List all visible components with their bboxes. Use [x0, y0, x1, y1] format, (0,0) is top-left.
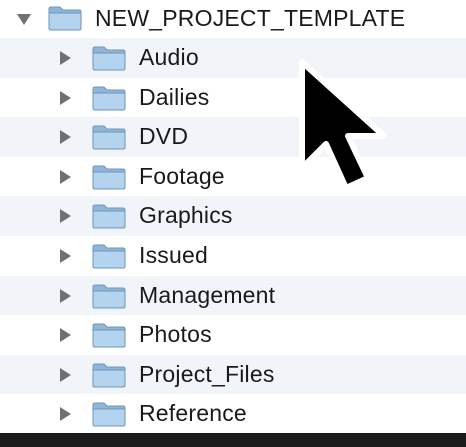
folder-label: Audio	[139, 44, 199, 70]
root-folder-label: NEW_PROJECT_TEMPLATE	[95, 5, 406, 31]
folder-icon	[92, 45, 126, 71]
folder-icon	[92, 362, 126, 388]
folder-icon	[92, 85, 126, 111]
folder-icon	[92, 322, 126, 348]
triangle-right-icon[interactable]	[57, 169, 73, 185]
folder-label: Dailies	[139, 83, 210, 110]
tree-row[interactable]: Graphics	[0, 196, 466, 236]
tree-row[interactable]: Footage	[0, 156, 466, 197]
folder-icon	[92, 401, 126, 427]
tree-row[interactable]: Dailies	[0, 77, 466, 118]
folder-tree: NEW_PROJECT_TEMPLATE Audio Dailies DVD Foot…	[0, 0, 466, 434]
tree-row[interactable]: Project_Files	[0, 354, 466, 395]
tree-row[interactable]: Audio	[0, 38, 466, 78]
folder-label: Issued	[139, 241, 208, 268]
folder-icon	[92, 243, 126, 269]
folder-label: Footage	[139, 162, 225, 189]
tree-row[interactable]: DVD	[0, 117, 466, 157]
triangle-right-icon[interactable]	[57, 406, 73, 422]
triangle-right-icon[interactable]	[57, 50, 73, 66]
tree-row[interactable]: Reference	[0, 394, 466, 434]
folder-label: DVD	[139, 123, 189, 150]
triangle-down-icon[interactable]	[16, 11, 32, 27]
triangle-right-icon[interactable]	[57, 129, 73, 145]
triangle-right-icon[interactable]	[57, 367, 73, 383]
folder-label: Graphics	[139, 202, 233, 229]
folder-label: Photos	[139, 321, 212, 348]
folder-label: Reference	[139, 400, 247, 427]
triangle-right-icon[interactable]	[57, 208, 73, 224]
triangle-right-icon[interactable]	[57, 90, 73, 106]
tree-row[interactable]: Management	[0, 275, 466, 316]
folder-icon	[92, 124, 126, 150]
tree-row[interactable]: Issued	[0, 235, 466, 276]
folder-icon	[92, 283, 126, 309]
tree-row-root[interactable]: NEW_PROJECT_TEMPLATE	[0, 0, 466, 38]
bottom-bar	[0, 433, 466, 447]
triangle-right-icon[interactable]	[57, 248, 73, 264]
folder-icon	[92, 203, 126, 229]
folder-icon	[92, 164, 126, 190]
folder-label: Management	[139, 281, 276, 308]
triangle-right-icon[interactable]	[57, 327, 73, 343]
triangle-right-icon[interactable]	[57, 288, 73, 304]
folder-label: Project_Files	[139, 360, 275, 387]
folder-icon	[48, 5, 82, 31]
tree-row[interactable]: Photos	[0, 315, 466, 355]
